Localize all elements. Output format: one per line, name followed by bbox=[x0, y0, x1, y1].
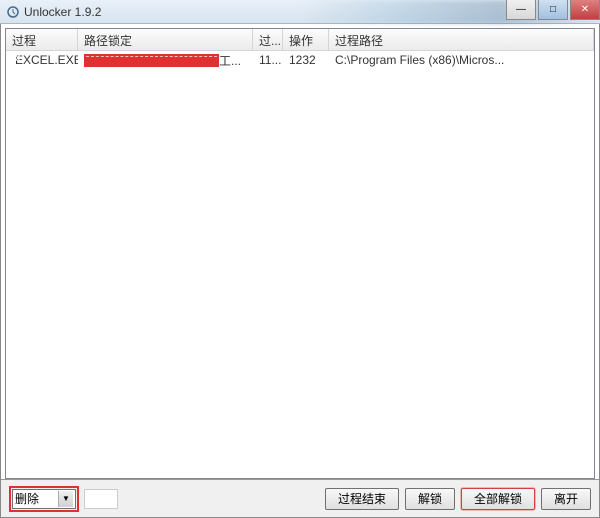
header-pid[interactable]: 过... bbox=[253, 29, 283, 50]
right-buttons: 过程结束 解锁 全部解锁 离开 bbox=[325, 488, 591, 510]
redacted-path bbox=[84, 54, 219, 67]
spacer-field bbox=[84, 489, 118, 509]
process-name: EXCEL.EXE bbox=[15, 53, 78, 67]
cell-proc-path: C:\Program Files (x86)\Micros... bbox=[329, 52, 594, 68]
header-action[interactable]: 操作 bbox=[283, 29, 329, 50]
unlock-button[interactable]: 解锁 bbox=[405, 488, 455, 510]
cell-process: EXCEL.EXE bbox=[6, 52, 78, 68]
column-headers: 过程 路径锁定 过... 操作 过程路径 bbox=[6, 29, 594, 51]
path-lock-suffix: 工... bbox=[219, 52, 241, 69]
cell-pid: 11... bbox=[253, 52, 283, 68]
leave-button[interactable]: 离开 bbox=[541, 488, 591, 510]
cell-action: 1232 bbox=[283, 52, 329, 68]
header-proc-path[interactable]: 过程路径 bbox=[329, 29, 594, 50]
maximize-button[interactable]: □ bbox=[538, 0, 568, 20]
action-selected-label: 删除 bbox=[15, 490, 39, 507]
action-select[interactable]: 删除 ▼ bbox=[12, 489, 76, 509]
minimize-button[interactable]: — bbox=[506, 0, 536, 20]
unlock-all-button[interactable]: 全部解锁 bbox=[461, 488, 535, 510]
process-list[interactable]: 过程 路径锁定 过... 操作 过程路径 EXCEL.EXE 工... 11..… bbox=[5, 28, 595, 479]
bottom-bar: 删除 ▼ 过程结束 解锁 全部解锁 离开 bbox=[1, 479, 599, 517]
end-process-button[interactable]: 过程结束 bbox=[325, 488, 399, 510]
header-path-lock[interactable]: 路径锁定 bbox=[78, 29, 253, 50]
table-row[interactable]: EXCEL.EXE 工... 11... 1232 C:\Program Fil… bbox=[6, 51, 594, 69]
cell-path-lock: 工... bbox=[78, 51, 253, 70]
titlebar[interactable]: Unlocker 1.9.2 — □ ✕ bbox=[0, 0, 600, 24]
unlocker-window: Unlocker 1.9.2 — □ ✕ 过程 路径锁定 过... 操作 过程路… bbox=[0, 0, 600, 518]
header-process[interactable]: 过程 bbox=[6, 29, 78, 50]
window-controls: — □ ✕ bbox=[506, 0, 600, 20]
window-title: Unlocker 1.9.2 bbox=[24, 5, 101, 19]
close-button[interactable]: ✕ bbox=[570, 0, 600, 20]
content-area: 过程 路径锁定 过... 操作 过程路径 EXCEL.EXE 工... 11..… bbox=[0, 24, 600, 518]
chevron-down-icon: ▼ bbox=[58, 491, 73, 507]
action-select-highlight: 删除 ▼ bbox=[9, 486, 79, 512]
app-icon bbox=[6, 5, 20, 19]
rows-container: EXCEL.EXE 工... 11... 1232 C:\Program Fil… bbox=[6, 51, 594, 478]
